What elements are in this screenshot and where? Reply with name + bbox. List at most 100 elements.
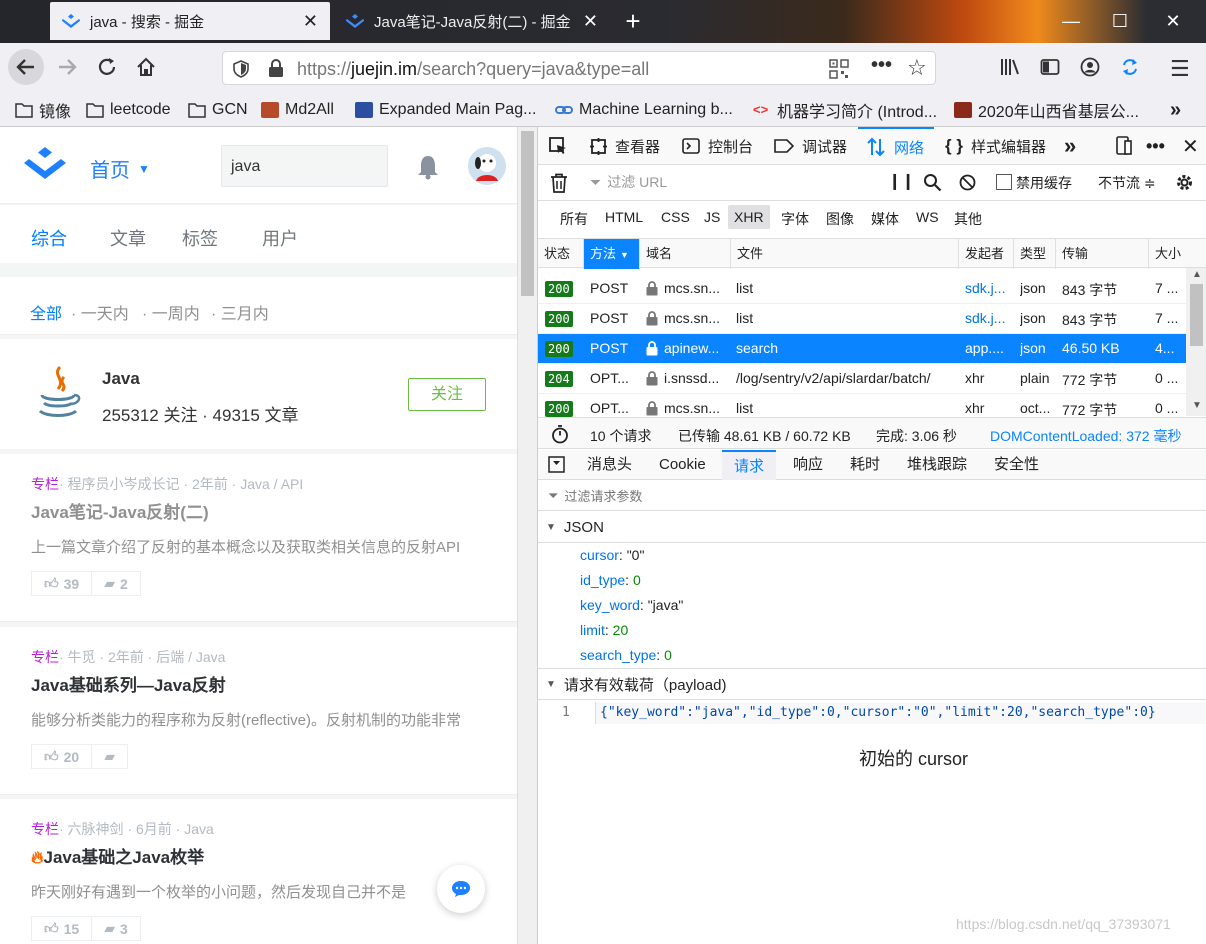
forward-button[interactable] (49, 49, 85, 85)
tag-name[interactable]: Java (102, 369, 140, 389)
bookmark-star-icon[interactable]: ☆ (907, 55, 927, 81)
scrollbar-thumb[interactable] (1190, 284, 1203, 346)
filter-images[interactable]: 图像 (826, 209, 854, 229)
tab-request[interactable]: 请求 (722, 450, 777, 480)
filter-js[interactable]: JS (704, 209, 720, 225)
article-card[interactable]: 专栏· 六脉神剑 · 6月前 · Java 🔥︎Java基础之Java枚举 昨天… (0, 799, 517, 944)
tab-security[interactable]: 安全性 (994, 450, 1039, 480)
library-icon[interactable] (1000, 57, 1020, 77)
bell-icon[interactable] (416, 154, 440, 180)
col-transfer[interactable]: 传输 (1056, 239, 1149, 269)
reload-button[interactable] (89, 49, 125, 85)
tab-articles[interactable]: 文章 (110, 225, 146, 251)
filter-params-input[interactable]: ⏷ 过滤请求参数 (538, 481, 1206, 511)
bookmark-folder[interactable]: leetcode (86, 99, 171, 121)
article-title[interactable]: 🔥︎Java基础之Java枚举 (31, 843, 204, 868)
tab-java-notes[interactable]: Java笔记-Java反射(二) - 掘金 ✕ (334, 2, 610, 40)
filter-three-months[interactable]: · 三月内 (211, 300, 269, 324)
qrcode-icon[interactable] (829, 59, 849, 79)
tab-headers[interactable]: 消息头 (587, 450, 632, 480)
request-row[interactable]: 204 OPT... i.snssd... /log/sentry/v2/api/sl… (538, 364, 1186, 394)
col-size[interactable]: 大小 (1149, 239, 1186, 269)
disable-cache-label[interactable]: 禁用缓存 (1016, 173, 1072, 193)
col-type[interactable]: 类型 (1014, 239, 1056, 269)
tab-tags[interactable]: 标签 (182, 225, 218, 251)
juejin-logo[interactable] (22, 147, 68, 183)
chat-bubble-button[interactable] (437, 865, 485, 913)
tool-debugger[interactable]: 调试器 (774, 127, 847, 165)
article-title[interactable]: Java笔记-Java反射(二) (31, 498, 209, 523)
filter-media[interactable]: 媒体 (871, 209, 899, 229)
tab-stack-trace[interactable]: 堆栈跟踪 (907, 450, 967, 480)
comment-button[interactable]: ▰ 3 (92, 916, 141, 941)
bookmark-folder[interactable]: GCN (188, 99, 248, 121)
filter-css[interactable]: CSS (661, 209, 690, 225)
scroll-up-icon[interactable]: ▲ (1192, 269, 1202, 280)
tool-network[interactable]: 网络 (858, 127, 934, 165)
pause-icon[interactable]: ❙❙ (888, 171, 915, 191)
bookmark-item[interactable]: 2020年山西省基层公... (954, 99, 1139, 121)
tab-users[interactable]: 用户 (262, 225, 298, 251)
tab-response[interactable]: 响应 (793, 450, 823, 480)
user-avatar[interactable] (468, 147, 506, 185)
filter-other[interactable]: 其他 (954, 209, 982, 229)
more-bookmarks-icon[interactable]: » (1170, 99, 1181, 121)
filter-week[interactable]: · 一周内 (142, 300, 200, 324)
trash-icon[interactable] (550, 173, 568, 193)
disable-cache-checkbox[interactable] (996, 174, 1012, 190)
home-button[interactable] (128, 49, 164, 85)
more-tools-icon[interactable]: » (1064, 127, 1076, 165)
responsive-mode-icon[interactable] (1116, 127, 1132, 165)
tab-all[interactable]: 综合 (31, 225, 67, 251)
filter-html[interactable]: HTML (605, 209, 643, 225)
scroll-down-icon[interactable]: ▼ (1192, 400, 1202, 411)
article-card[interactable]: 专栏· 牛觅 · 2年前 · 后端 / Java Java基础系列—Java反射… (0, 627, 517, 795)
bookmark-item[interactable]: <> 机器学习简介 (Introd... (753, 99, 937, 121)
close-window-button[interactable]: ✕ (1160, 8, 1186, 34)
tab-timings[interactable]: 耗时 (850, 450, 880, 480)
tab-cookie[interactable]: Cookie (659, 450, 706, 480)
json-property[interactable]: key_word: "java" (580, 597, 683, 613)
like-button[interactable]: 👍︎ 15 (31, 916, 93, 941)
dock-panel-icon[interactable] (548, 456, 565, 473)
json-property[interactable]: search_type: 0 (580, 647, 672, 663)
bookmark-item[interactable]: Md2All (261, 99, 334, 121)
bookmark-item[interactable]: Expanded Main Pag... (355, 99, 536, 121)
col-initiator[interactable]: 发起者 (959, 239, 1014, 269)
sync-icon[interactable] (1120, 57, 1140, 77)
scrollbar-thumb[interactable] (521, 131, 534, 296)
close-tab-icon[interactable]: ✕ (303, 12, 318, 30)
col-method[interactable]: 方法 ▼ (584, 239, 640, 269)
filter-xhr[interactable]: XHR (728, 205, 770, 229)
menu-icon[interactable]: ☰ (1170, 56, 1190, 82)
follow-button[interactable]: 关注 (408, 378, 486, 411)
comment-button[interactable]: ▰ 2 (92, 571, 141, 596)
bookmark-item[interactable]: Machine Learning b... (555, 99, 733, 121)
col-domain[interactable]: 域名 (640, 239, 731, 269)
tool-inspector[interactable]: 查看器 (590, 127, 660, 165)
new-tab-button[interactable]: + (620, 8, 646, 34)
close-tab-icon[interactable]: ✕ (583, 12, 598, 30)
json-property[interactable]: cursor: "0" (580, 547, 644, 563)
comment-button[interactable]: ▰ (92, 744, 128, 769)
tool-style-editor[interactable]: { } 样式编辑器 (945, 127, 1046, 165)
col-status[interactable]: 状态 (538, 239, 584, 269)
sidebar-icon[interactable] (1040, 57, 1060, 77)
back-button[interactable] (8, 49, 44, 85)
settings-gear-icon[interactable] (1174, 172, 1195, 193)
json-property[interactable]: id_type: 0 (580, 572, 641, 588)
filter-font[interactable]: 字体 (781, 209, 809, 229)
block-icon[interactable] (959, 174, 976, 191)
lock-icon[interactable] (268, 59, 284, 78)
shield-icon[interactable] (232, 60, 250, 78)
like-button[interactable]: 👍︎ 39 (31, 571, 93, 596)
like-button[interactable]: 👍︎ 20 (31, 744, 93, 769)
tab-java-search[interactable]: java - 搜索 - 掘金 ✕ (50, 2, 330, 40)
filter-all-types[interactable]: 所有 (560, 209, 588, 229)
article-card[interactable]: 专栏· 程序员小岑成长记 · 2年前 · Java / API Java笔记-J… (0, 454, 517, 622)
article-title[interactable]: Java基础系列—Java反射 (31, 671, 226, 696)
throttle-select[interactable]: 不节流 ≑ (1098, 173, 1156, 193)
search-icon[interactable] (923, 173, 942, 192)
minimize-button[interactable]: — (1058, 8, 1084, 34)
col-file[interactable]: 文件 (731, 239, 959, 269)
